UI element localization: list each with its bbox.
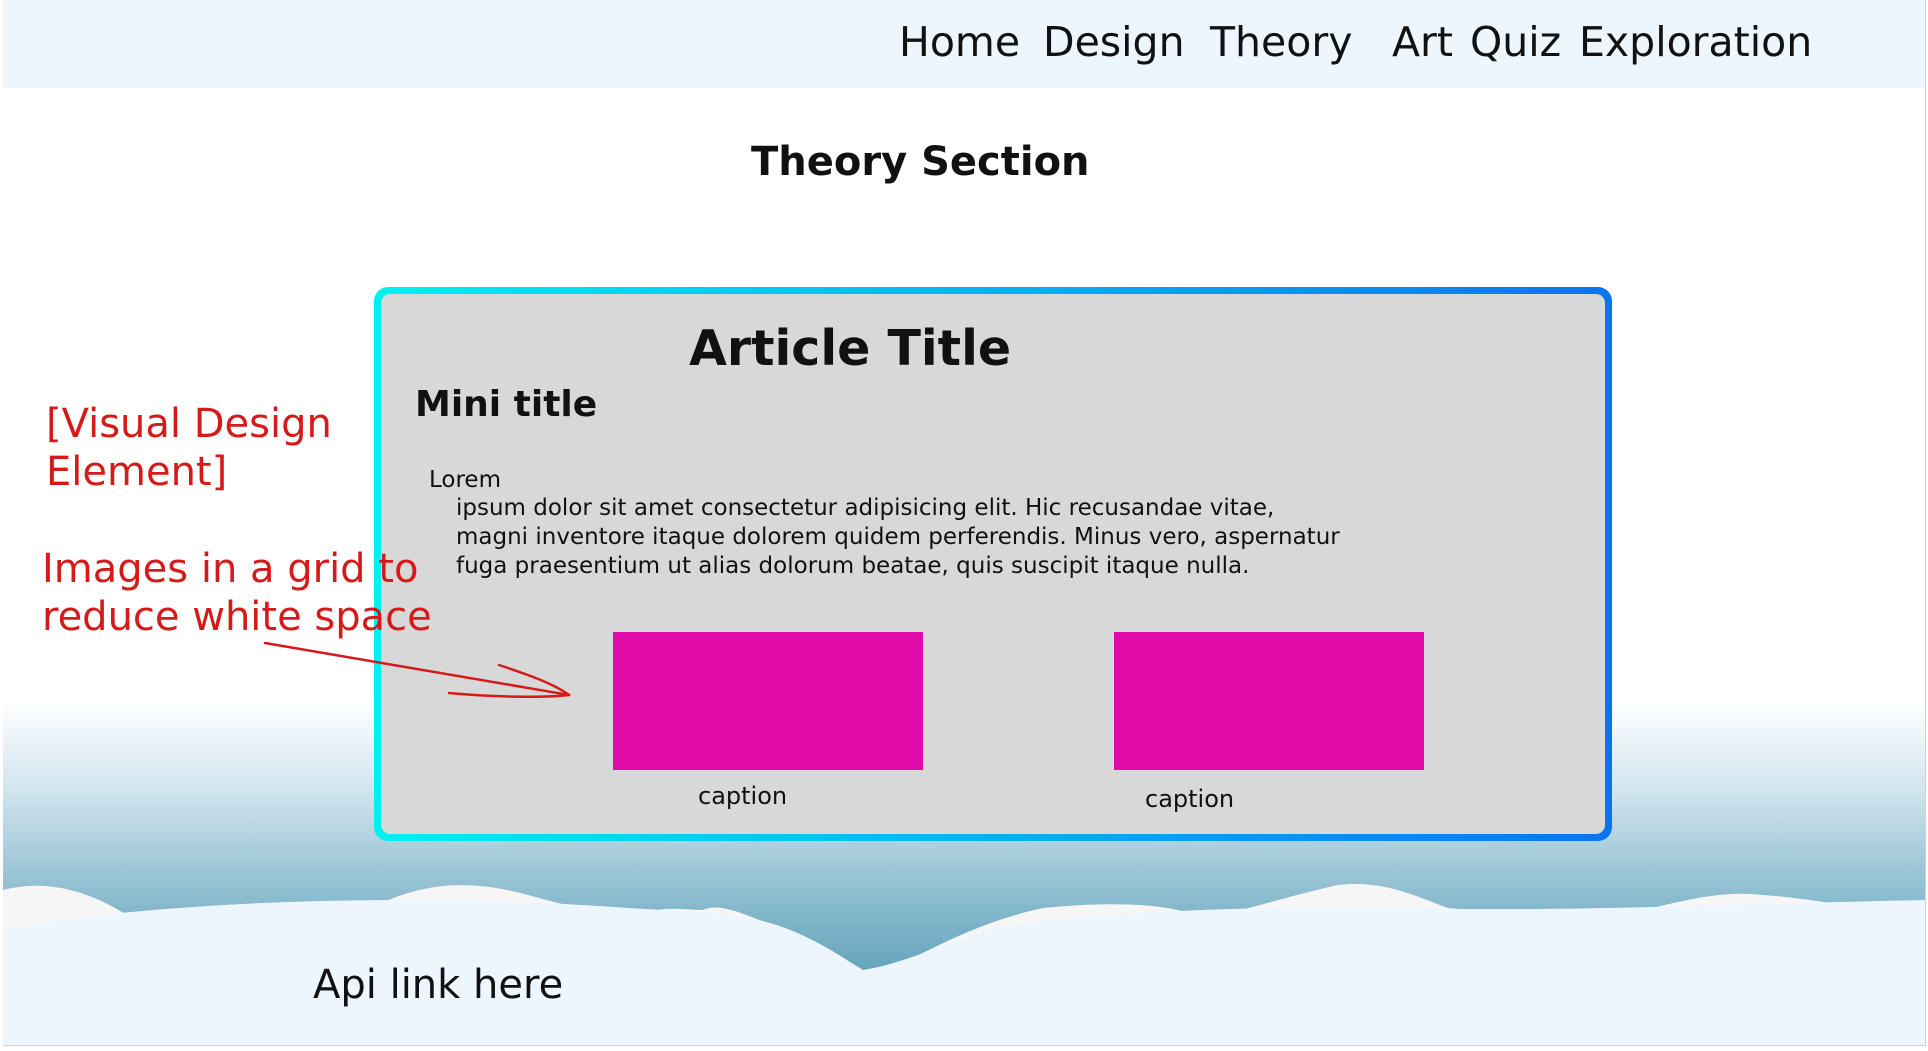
annotation-line: Element] (46, 449, 228, 495)
image-caption: caption (698, 782, 788, 810)
nav-theory-link[interactable]: Theory (1210, 22, 1352, 63)
wave-decoration (3, 884, 1925, 1045)
nav-art-link[interactable]: Art (1392, 22, 1453, 63)
article-image-placeholder[interactable] (613, 632, 923, 770)
article-card-body: Article Title Mini title Lorem ipsum dol… (381, 294, 1605, 834)
annotation-line: Images in a grid to (42, 546, 419, 592)
nav-home-link[interactable]: Home (899, 22, 1020, 63)
top-navbar: Home Design Theory Art Quiz Exploration (3, 0, 1925, 88)
annotation-line: [Visual Design (46, 401, 332, 447)
image-caption: caption (1145, 785, 1235, 813)
nav-design-link[interactable]: Design (1043, 22, 1185, 63)
article-body-first-word: Lorem (429, 467, 501, 493)
article-body-line: magni inventore itaque dolorem quidem pe… (456, 524, 1340, 550)
grid-annotation: Images in a grid to reduce white space (42, 545, 432, 641)
nav-quiz-link[interactable]: Quiz (1470, 22, 1561, 63)
nav-exploration-link[interactable]: Exploration (1579, 22, 1812, 63)
visual-design-annotation: [Visual Design Element] (46, 400, 332, 496)
api-link[interactable]: Api link here (313, 962, 563, 1008)
page-title: Theory Section (751, 139, 1090, 185)
annotation-line: reduce white space (42, 594, 432, 640)
article-image-placeholder[interactable] (1114, 632, 1424, 770)
article-body-line: ipsum dolor sit amet consectetur adipisi… (456, 495, 1275, 521)
article-body-line: fuga praesentium ut alias dolorum beatae… (456, 553, 1250, 579)
article-card: Article Title Mini title Lorem ipsum dol… (374, 287, 1612, 841)
page-frame: Home Design Theory Art Quiz Exploration … (3, 0, 1926, 1046)
annotation-arrow-icon (263, 641, 571, 698)
article-mini-title: Mini title (415, 384, 598, 425)
article-title: Article Title (689, 320, 1012, 377)
